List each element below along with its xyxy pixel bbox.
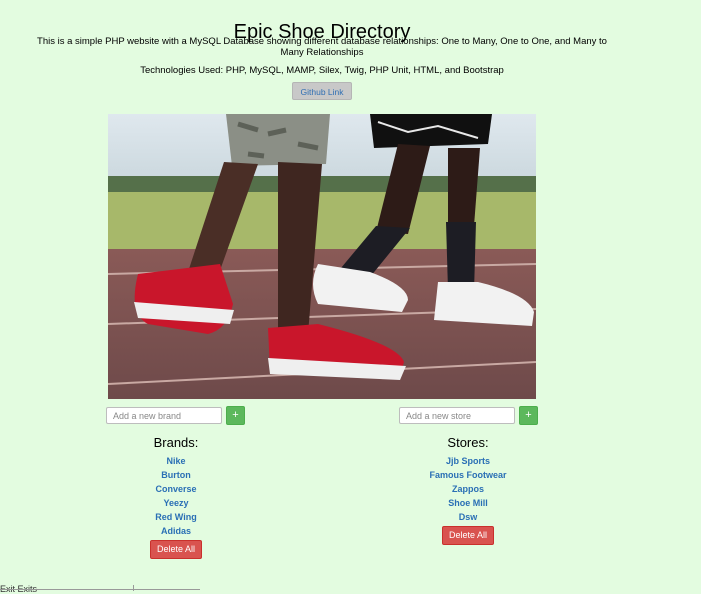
stores-heading: Stores: bbox=[447, 435, 489, 450]
site-description: This is a simple PHP website with a MySQ… bbox=[37, 36, 607, 58]
list-item[interactable]: Nike bbox=[126, 454, 226, 468]
store-link[interactable]: Famous Footwear bbox=[429, 470, 506, 480]
brands-section: Brands: Nike Burton Converse Yeezy Red W… bbox=[126, 435, 226, 559]
technologies-text: Technologies Used: PHP, MySQL, MAMP, Sil… bbox=[140, 65, 504, 76]
list-item[interactable]: Zappos bbox=[418, 482, 518, 496]
store-link[interactable]: Dsw bbox=[459, 512, 478, 522]
hero-image bbox=[108, 114, 536, 399]
list-item[interactable]: Yeezy bbox=[126, 496, 226, 510]
list-item[interactable]: Famous Footwear bbox=[418, 468, 518, 482]
list-item[interactable]: Shoe Mill bbox=[418, 496, 518, 510]
list-item[interactable]: Burton bbox=[126, 468, 226, 482]
brands-list: Nike Burton Converse Yeezy Red Wing Adid… bbox=[126, 454, 226, 538]
brand-link[interactable]: Adidas bbox=[161, 526, 191, 536]
delete-all-stores-button[interactable]: Delete All bbox=[442, 526, 494, 545]
stores-list: Jjb Sports Famous Footwear Zappos Shoe M… bbox=[418, 454, 518, 524]
brands-heading: Brands: bbox=[153, 435, 199, 450]
brand-link[interactable]: Converse bbox=[155, 484, 196, 494]
store-link[interactable]: Zappos bbox=[452, 484, 484, 494]
brand-link[interactable]: Burton bbox=[161, 470, 191, 480]
store-input[interactable] bbox=[399, 407, 515, 424]
delete-all-brands-button[interactable]: Delete All bbox=[150, 540, 202, 559]
github-link-button[interactable]: Github Link bbox=[292, 82, 352, 100]
footer-tick bbox=[133, 585, 134, 591]
footer-divider bbox=[0, 589, 200, 590]
brand-link[interactable]: Red Wing bbox=[155, 512, 196, 522]
list-item[interactable]: Dsw bbox=[418, 510, 518, 524]
brand-link[interactable]: Nike bbox=[166, 456, 185, 466]
list-item[interactable]: Adidas bbox=[126, 524, 226, 538]
list-item[interactable]: Converse bbox=[126, 482, 226, 496]
add-store-button[interactable]: + bbox=[519, 406, 538, 425]
brand-link[interactable]: Yeezy bbox=[163, 498, 188, 508]
store-link[interactable]: Jjb Sports bbox=[446, 456, 490, 466]
add-brand-button[interactable]: + bbox=[226, 406, 245, 425]
list-item[interactable]: Red Wing bbox=[126, 510, 226, 524]
brand-input[interactable] bbox=[106, 407, 222, 424]
store-link[interactable]: Shoe Mill bbox=[448, 498, 488, 508]
list-item[interactable]: Jjb Sports bbox=[418, 454, 518, 468]
stores-section: Stores: Jjb Sports Famous Footwear Zappo… bbox=[418, 435, 518, 545]
